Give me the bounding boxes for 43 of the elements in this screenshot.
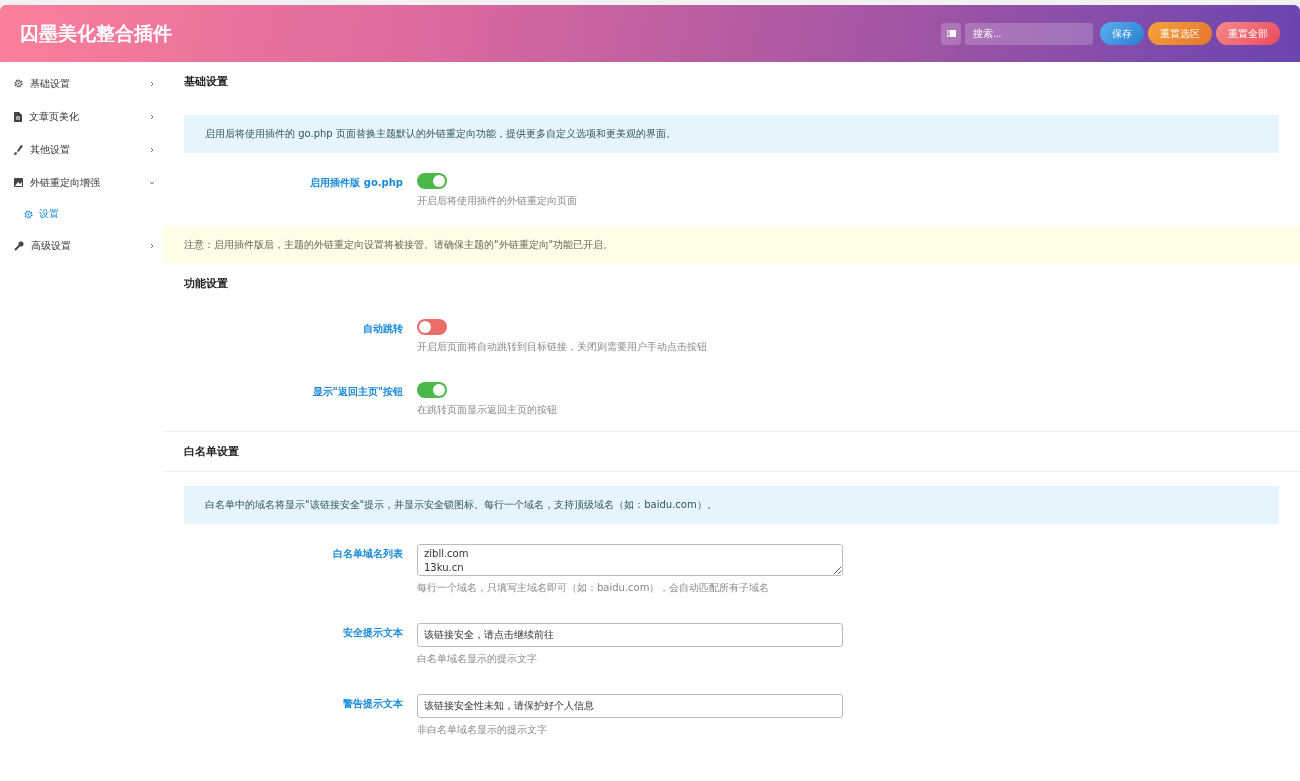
field-description: 在跳转页面显示返回主页的按钮 bbox=[417, 403, 557, 417]
sidebar-item[interactable]: 外链重定向增强 bbox=[0, 166, 163, 199]
input-field[interactable]: 该链接安全，请点击继续前往 bbox=[417, 623, 843, 647]
wrench-icon bbox=[14, 240, 24, 251]
field-label: 白名单域名列表 bbox=[332, 547, 404, 561]
field-description: 每行一个域名，只填写主域名即可（如：baidu.com），会自动匹配所有子域名 bbox=[417, 581, 771, 595]
app-title: 囚墨美化整合插件 bbox=[20, 20, 173, 46]
toggle-switch[interactable] bbox=[417, 382, 447, 398]
chevron-icon bbox=[149, 242, 155, 249]
field-label: 警告提示文本 bbox=[342, 697, 404, 711]
chevron-icon bbox=[149, 113, 155, 120]
field-label: 显示"返回主页"按钮 bbox=[311, 385, 404, 399]
chevron-icon bbox=[149, 80, 155, 87]
info-box: 启用后将使用插件的 go.php 页面替换主题默认的外链重定向功能，提供更多自定义选项和更美观的界面。 bbox=[184, 115, 1279, 153]
sidebar-item[interactable]: 其他设置 bbox=[0, 133, 163, 166]
toggle-switch[interactable] bbox=[417, 173, 447, 189]
field-label: 自动跳转 bbox=[362, 322, 404, 336]
section-title: 白名单设置 bbox=[163, 432, 1300, 472]
section-title: 基础设置 bbox=[183, 74, 229, 90]
gear-icon bbox=[14, 79, 23, 88]
notice-box: 注意：启用插件版后，主题的外链重定向设置将被接管。请确保主题的"外链重定向"功能已开启。 bbox=[163, 226, 1300, 264]
sidebar-item[interactable]: 高级设置 bbox=[0, 229, 163, 262]
toggle-switch[interactable] bbox=[417, 319, 447, 335]
field-description: 非白名单域名显示的提示文字 bbox=[417, 723, 548, 737]
field-label: 安全提示文本 bbox=[342, 626, 404, 640]
section-title: 功能设置 bbox=[183, 276, 229, 292]
textarea-field[interactable]: zibll.com 13ku.cn bbox=[417, 544, 843, 576]
sidebar-item[interactable]: 文章页美化 bbox=[0, 100, 163, 133]
image-icon bbox=[14, 178, 23, 187]
field-label: 启用插件版 go.php bbox=[309, 176, 404, 190]
list-icon[interactable] bbox=[941, 22, 961, 45]
sidebar-item[interactable]: 基础设置 bbox=[0, 67, 163, 100]
field-description: 开启后页面将自动跳转到目标链接，关闭则需要用户手动点击按钮 bbox=[417, 340, 707, 354]
input-field[interactable]: 该链接安全性未知，请保护好个人信息 bbox=[417, 694, 843, 718]
chevron-icon bbox=[149, 179, 155, 186]
brush-icon bbox=[14, 144, 23, 155]
document-icon bbox=[14, 111, 22, 122]
field-description: 白名单域名显示的提示文字 bbox=[417, 652, 538, 666]
sidebar-subitem[interactable]: 设置 bbox=[0, 199, 163, 229]
chevron-icon bbox=[149, 146, 155, 153]
field-description: 开启后将使用插件的外链重定向页面 bbox=[417, 194, 577, 208]
gear-icon bbox=[24, 209, 33, 219]
info-box: 白名单中的域名将显示"该链接安全"提示，并显示安全锁图标。每行一个域名，支持顶级域名（如：baidu.com）。 bbox=[184, 486, 1279, 524]
